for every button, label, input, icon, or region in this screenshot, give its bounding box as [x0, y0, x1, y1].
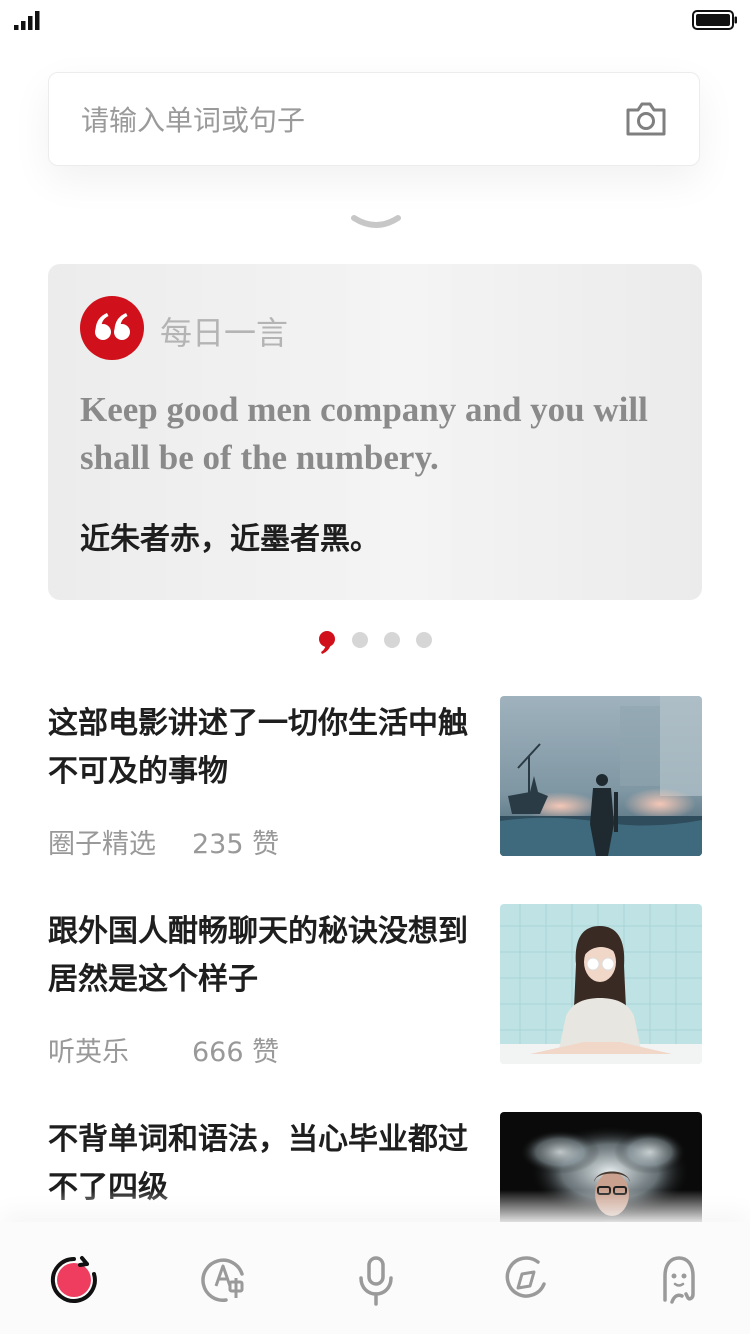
quote-english-text: Keep good men company and you will shall…: [80, 390, 648, 477]
record-icon[interactable]: [44, 1250, 104, 1310]
article-source: 圈子精选: [48, 829, 156, 860]
translate-icon[interactable]: [194, 1250, 254, 1310]
chevron-down-icon[interactable]: [350, 212, 402, 232]
tab-bar: [0, 1222, 750, 1334]
compass-icon[interactable]: [496, 1250, 556, 1310]
quote-chinese-text: 近朱者赤，近墨者黑。: [80, 522, 380, 557]
daily-quote-heading: 每日一言: [160, 314, 289, 352]
search-bar: [48, 72, 700, 167]
article-thumbnail: [500, 696, 702, 856]
carousel-dot[interactable]: [352, 632, 368, 648]
list-fade: [0, 1190, 750, 1222]
status-bar: [0, 0, 750, 40]
carousel-dot[interactable]: [416, 632, 432, 648]
article-title: 这部电影讲述了一切你生活中触不可及的事物: [48, 706, 468, 789]
ghost-icon[interactable]: [648, 1250, 708, 1310]
article-card[interactable]: 这部电影讲述了一切你生活中触不可及的事物 圈子精选 235 赞: [48, 696, 702, 860]
article-source: 听英乐: [48, 1037, 129, 1068]
search-input[interactable]: [79, 73, 603, 167]
carousel-dot[interactable]: [384, 632, 400, 648]
daily-quote-card[interactable]: 每日一言 Keep good men company and you will …: [48, 264, 702, 600]
carousel-pagination: [318, 630, 438, 654]
article-card[interactable]: 跟外国人酣畅聊天的秘诀没想到居然是这个样子 听英乐 666 赞: [48, 904, 702, 1068]
camera-icon[interactable]: [625, 99, 667, 139]
article-likes: 666 赞: [192, 1037, 280, 1068]
microphone-icon[interactable]: [346, 1250, 406, 1310]
battery-icon: [692, 10, 737, 30]
carousel-dot-active[interactable]: [318, 630, 336, 654]
article-thumbnail: [500, 904, 702, 1064]
signal-strength-icon: [14, 11, 40, 30]
article-likes: 235 赞: [192, 829, 280, 860]
quote-mark-icon: [80, 296, 144, 360]
article-title: 跟外国人酣畅聊天的秘诀没想到居然是这个样子: [48, 914, 468, 997]
